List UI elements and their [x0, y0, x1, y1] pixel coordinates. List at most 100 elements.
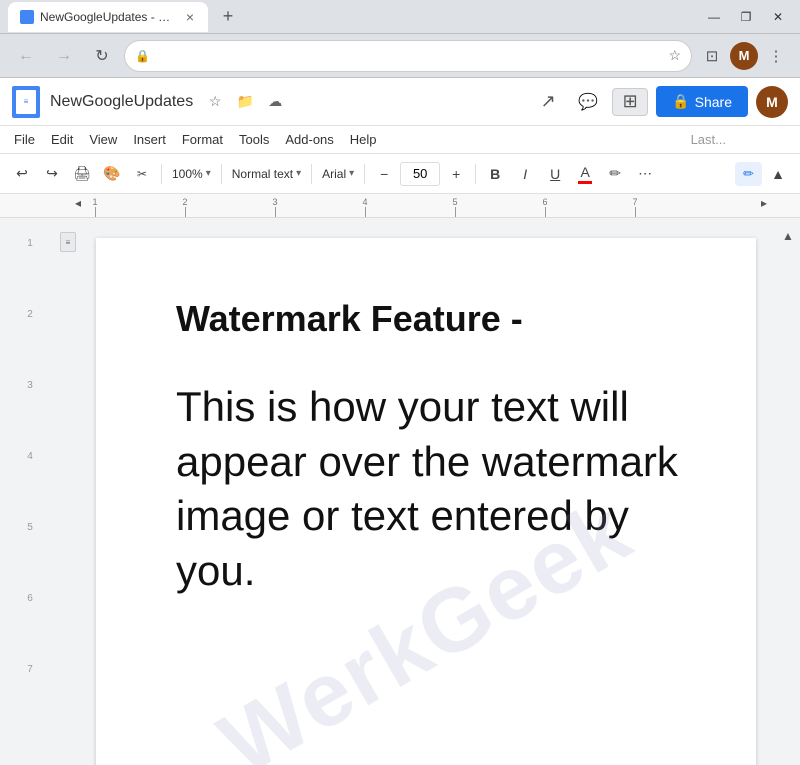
toolbar: ↩ ↪ 🖨 🎨 ✂ 100% ▾ Normal text ▾ Arial ▾ −…	[0, 154, 800, 194]
redo-button[interactable]: ↪	[38, 160, 66, 188]
page-num-2: 2	[27, 309, 33, 320]
forward-button[interactable]: →	[48, 40, 80, 72]
main-area: 1 2 3 4 5 6 7 ≡ WerkGeek Watermark Featu…	[0, 218, 800, 765]
print-button[interactable]: 🖨	[68, 160, 96, 188]
trim-button[interactable]: ✂	[128, 160, 156, 188]
document-body[interactable]: This is how your text will appear over t…	[176, 380, 686, 598]
share-label: Share	[695, 94, 732, 110]
zoom-value: 100%	[172, 167, 203, 181]
ruler-inner: ◂ 1 2 3 4 5 6 7 ▸	[75, 194, 775, 217]
lock-icon: 🔒	[135, 49, 150, 63]
menu-tools[interactable]: Tools	[231, 128, 277, 151]
minimize-button[interactable]: —	[700, 3, 728, 31]
text-style-value: Normal text	[232, 167, 293, 181]
cloud-save-button[interactable]: ☁	[263, 90, 287, 114]
more-formatting-button[interactable]: ⋯	[631, 160, 659, 188]
font-size-decrease-button[interactable]: −	[370, 160, 398, 188]
tab-favicon	[20, 10, 34, 24]
menu-addons[interactable]: Add-ons	[277, 128, 341, 151]
star-icon[interactable]: ☆	[668, 47, 681, 64]
page-numbers-sidebar: 1 2 3 4 5 6 7	[0, 218, 60, 765]
font-arrow-icon: ▾	[349, 168, 354, 179]
ruler-tick: 3	[275, 207, 276, 217]
toolbar-divider-4	[364, 164, 365, 184]
paint-format-button[interactable]: 🎨	[98, 160, 126, 188]
menu-insert[interactable]: Insert	[125, 128, 174, 151]
ruler-left-margin-icon[interactable]: ◂	[75, 196, 81, 210]
activity-button[interactable]: ↗	[532, 86, 564, 118]
share-button[interactable]: 🔒 Share	[656, 86, 748, 117]
undo-button[interactable]: ↩	[8, 160, 36, 188]
bold-button[interactable]: B	[481, 160, 509, 188]
reload-button[interactable]: ↻	[86, 40, 118, 72]
document-page[interactable]: WerkGeek Watermark Feature - This is how…	[96, 238, 756, 765]
user-avatar[interactable]: M	[756, 86, 788, 118]
text-color-label: A	[581, 164, 590, 180]
profile-button[interactable]: M	[730, 42, 758, 70]
tab-close-button[interactable]: ×	[184, 7, 196, 27]
text-color-bar	[578, 181, 592, 184]
menu-file[interactable]: File	[6, 128, 43, 151]
page-num-7: 7	[27, 664, 33, 675]
font-select[interactable]: Arial ▾	[317, 161, 359, 187]
page-thumbnail[interactable]: ≡	[60, 232, 76, 252]
document-title[interactable]: Watermark Feature -	[176, 298, 686, 340]
ruler-right-margin-icon[interactable]: ▸	[761, 196, 767, 210]
page-num-6: 6	[27, 593, 33, 604]
italic-button[interactable]: I	[511, 160, 539, 188]
ruler-tick: 5	[455, 207, 456, 217]
address-right-icons: ⊡ M ⋮	[698, 42, 790, 70]
toolbar-divider-1	[161, 164, 162, 184]
menu-help[interactable]: Help	[342, 128, 385, 151]
share-lock-icon: 🔒	[672, 93, 689, 110]
text-style-select[interactable]: Normal text ▾	[227, 161, 306, 187]
toolbar-divider-3	[311, 164, 312, 184]
docs-logo-icon: ≡	[16, 90, 36, 114]
title-bar-left: NewGoogleUpdates - Google D... × +	[8, 2, 700, 32]
right-collapse-button[interactable]: ▲	[780, 228, 796, 244]
text-color-button[interactable]: A	[571, 160, 599, 188]
text-style-arrow-icon: ▾	[296, 168, 301, 179]
page-num-4: 4	[27, 451, 33, 462]
toolbar-divider-2	[221, 164, 222, 184]
docs-document-title[interactable]: NewGoogleUpdates	[50, 93, 193, 111]
ruler-tick: 4	[365, 207, 366, 217]
docs-title-icons: ☆ 📁 ☁	[203, 90, 287, 114]
docs-header-right: ↗ 💬 ⊞ 🔒 Share M	[532, 86, 788, 118]
browser-tab[interactable]: NewGoogleUpdates - Google D... ×	[8, 2, 208, 32]
maximize-button[interactable]: ❐	[732, 3, 760, 31]
new-tab-button[interactable]: +	[214, 3, 242, 31]
address-bar: ← → ↻ 🔒 ☆ ⊡ M ⋮	[0, 34, 800, 78]
pencil-icon: ✏	[743, 166, 754, 182]
font-size-increase-button[interactable]: +	[442, 160, 470, 188]
menu-format[interactable]: Format	[174, 128, 231, 151]
comments-button[interactable]: 💬	[572, 86, 604, 118]
menu-edit[interactable]: Edit	[43, 128, 81, 151]
more-button[interactable]: ⋮	[762, 42, 790, 70]
docs-header: ≡ NewGoogleUpdates ☆ 📁 ☁ ↗ 💬 ⊞ 🔒 Share M	[0, 78, 800, 126]
right-panel: ▲	[776, 218, 800, 765]
zoom-arrow-icon: ▾	[206, 168, 211, 179]
document-area[interactable]: WerkGeek Watermark Feature - This is how…	[76, 218, 776, 765]
meeting-button[interactable]: ⊞	[612, 88, 648, 116]
toolbar-right: ✏ ▲	[735, 160, 792, 188]
editing-mode-button[interactable]: ✏	[735, 162, 762, 186]
star-document-button[interactable]: ☆	[203, 90, 227, 114]
collapse-toolbar-button[interactable]: ▲	[764, 160, 792, 188]
move-to-folder-button[interactable]: 📁	[233, 90, 257, 114]
page-num-5: 5	[27, 522, 33, 533]
cast-button[interactable]: ⊡	[698, 42, 726, 70]
highlight-button[interactable]: ✏	[601, 160, 629, 188]
zoom-select[interactable]: 100% ▾	[167, 161, 216, 187]
underline-button[interactable]: U	[541, 160, 569, 188]
ruler-tick: 6	[545, 207, 546, 217]
font-value: Arial	[322, 167, 346, 181]
url-bar[interactable]: 🔒 ☆	[124, 40, 692, 72]
font-size-value[interactable]: 50	[400, 162, 440, 186]
menu-view[interactable]: View	[81, 128, 125, 151]
ruler-tick: 1	[95, 207, 96, 217]
ruler: ◂ 1 2 3 4 5 6 7 ▸	[0, 194, 800, 218]
ruler-tick: 2	[185, 207, 186, 217]
back-button[interactable]: ←	[10, 40, 42, 72]
close-button[interactable]: ✕	[764, 3, 792, 31]
